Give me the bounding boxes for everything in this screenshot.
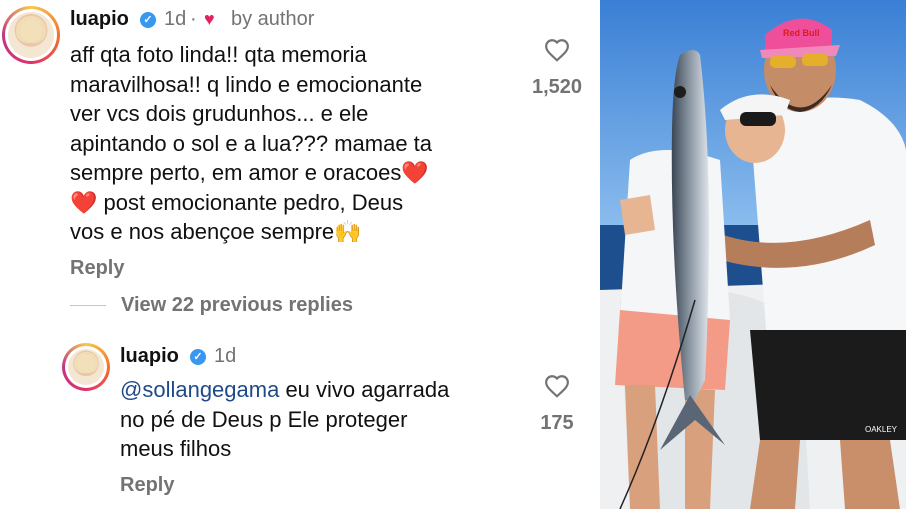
verified-badge-icon: ✓: [140, 12, 156, 28]
like-heart-icon[interactable]: [544, 38, 570, 62]
comment-text-line: ver vcs dois grudunhos... e ele: [70, 101, 369, 126]
shorts-brand-text: OAKLEY: [865, 425, 898, 434]
like-count: 175: [540, 412, 574, 434]
comment-thread: luapio ✓ 1d · ♥ by author aff qta foto l…: [0, 0, 600, 509]
comment-text-line: ❤️ post emocionante pedro, Deus: [70, 189, 404, 215]
comment-text-line: aff qta foto linda!! qta memoria: [70, 42, 367, 67]
avatar-photo: [68, 349, 104, 385]
comment-text-line: @sollangegama eu vivo agarrada: [120, 375, 520, 405]
post-photo: OAKLEY Red Bull: [600, 0, 906, 509]
comment-time: 1d: [214, 345, 237, 367]
comment-text: aff qta foto linda!! qta memoria maravil…: [70, 40, 520, 247]
author-liked-heart-icon: ♥: [204, 9, 215, 29]
comment-username[interactable]: luapio: [70, 8, 129, 31]
comment-text: @sollangegama eu vivo agarrada no pé de …: [120, 375, 520, 464]
liked-by-author-label: by author: [231, 8, 315, 30]
cap-logo-text: Red Bull: [783, 28, 820, 38]
view-previous-replies-button[interactable]: View 22 previous replies: [121, 294, 353, 317]
verified-badge-icon: ✓: [190, 349, 206, 365]
reply-button[interactable]: Reply: [120, 474, 174, 497]
comment-username[interactable]: luapio: [120, 345, 179, 368]
comment-text-line: maravilhosa!! q lindo e emocionante: [70, 71, 423, 97]
comment-text-line: sempre perto, em amor e oracoes❤️: [70, 160, 429, 185]
comment-text-line: vos e nos abençoe sempre🙌: [70, 219, 362, 244]
comment-time: 1d: [164, 8, 187, 30]
mention-link[interactable]: @sollangegama: [120, 377, 279, 402]
separator-dot: ·: [190, 8, 197, 30]
avatar-photo: [8, 12, 54, 58]
comment-text-line: meus filhos: [120, 436, 232, 461]
like-heart-icon[interactable]: [544, 374, 570, 398]
fishing-photo-illustration: OAKLEY Red Bull: [600, 0, 906, 509]
avatar[interactable]: [62, 343, 110, 391]
comment-text-line: apintando o sol e a lua??? mamae ta: [70, 130, 433, 156]
like-count: 1,520: [531, 76, 583, 98]
comment-text-line: no pé de Deus p Ele proteger: [120, 406, 408, 432]
comment-text-span: eu vivo agarrada: [279, 377, 450, 402]
avatar[interactable]: [2, 6, 60, 64]
reply-button[interactable]: Reply: [70, 257, 124, 280]
thread-divider: [70, 305, 106, 306]
